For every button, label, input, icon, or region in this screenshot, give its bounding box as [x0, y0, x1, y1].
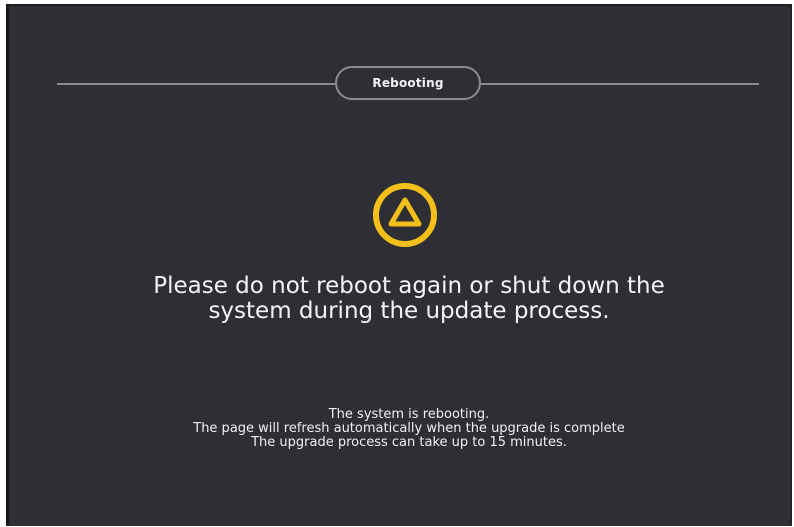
- reboot-notes: The system is rebooting. The page will r…: [9, 408, 794, 450]
- status-pill-label: Rebooting: [372, 76, 444, 90]
- warning-triangle-icon: [373, 183, 437, 247]
- notes-line-1: The system is rebooting.: [328, 407, 490, 422]
- status-pill: Rebooting: [335, 66, 481, 100]
- notes-line-3: The upgrade process can take up to 15 mi…: [251, 435, 567, 450]
- notes-line-2: The page will refresh automatically when…: [193, 421, 625, 436]
- warning-message-line-2: system during the update process.: [208, 298, 610, 324]
- warning-message-line-1: Please do not reboot again or shut down …: [153, 273, 665, 299]
- reboot-screen: Rebooting Please do not reboot again or …: [6, 4, 792, 526]
- warning-message: Please do not reboot again or shut down …: [9, 274, 794, 324]
